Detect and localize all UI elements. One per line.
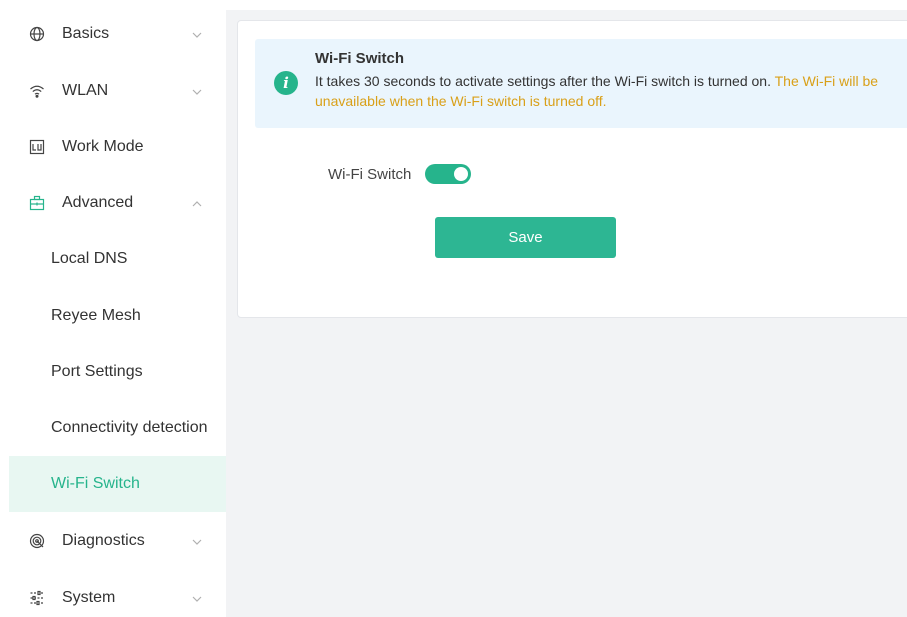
wifi-icon <box>28 82 46 100</box>
info-icon: i <box>274 71 298 95</box>
wifi-switch-toggle[interactable] <box>425 164 472 184</box>
sidebar-item-label: System <box>62 589 116 606</box>
toggle-knob <box>454 167 469 181</box>
notice-title: Wi-Fi Switch <box>315 50 405 67</box>
sidebar-item-basics[interactable]: Basics <box>9 6 226 62</box>
sidebar-item-label: Wi-Fi Switch <box>51 475 140 492</box>
chevron-down-icon <box>191 28 203 40</box>
sidebar-item-diagnostics[interactable]: Diagnostics <box>9 513 226 569</box>
sidebar-item-label: Reyee Mesh <box>51 307 141 324</box>
sidebar-item-work-mode[interactable]: Work Mode <box>9 119 226 175</box>
chevron-up-icon <box>191 197 203 209</box>
sidebar-item-label: Connectivity detection <box>51 419 208 436</box>
sidebar-item-advanced[interactable]: Advanced <box>9 175 226 231</box>
save-button[interactable]: Save <box>435 217 616 258</box>
info-notice: i Wi-Fi Switch It takes 30 seconds to ac… <box>255 39 907 128</box>
chevron-down-icon <box>191 535 203 547</box>
chevron-down-icon <box>191 85 203 97</box>
globe-icon <box>28 25 46 43</box>
sidebar-item-local-dns[interactable]: Local DNS <box>9 231 226 287</box>
main-content: i Wi-Fi Switch It takes 30 seconds to ac… <box>226 10 907 617</box>
work-mode-icon <box>28 138 46 156</box>
sidebar-item-label: Diagnostics <box>62 532 145 549</box>
wifi-switch-label: Wi-Fi Switch <box>328 165 412 183</box>
sidebar: Basics WLAN Work Mode Advanced Local DNS… <box>0 0 226 617</box>
sidebar-item-port-settings[interactable]: Port Settings <box>9 344 226 400</box>
sidebar-item-label: Local DNS <box>51 250 128 267</box>
diagnostics-icon <box>28 532 46 550</box>
sidebar-item-reyee-mesh[interactable]: Reyee Mesh <box>9 288 226 344</box>
chevron-down-icon <box>191 592 203 604</box>
sidebar-item-label: Work Mode <box>62 138 144 155</box>
sidebar-item-label: WLAN <box>62 82 109 99</box>
sidebar-item-label: Port Settings <box>51 363 143 380</box>
sidebar-item-label: Basics <box>62 25 110 42</box>
sidebar-item-label: Advanced <box>62 194 134 211</box>
notice-text: It takes 30 seconds to activate settings… <box>315 71 907 111</box>
sliders-icon <box>28 589 46 607</box>
toolbox-icon <box>28 194 46 212</box>
sidebar-item-connectivity-detection[interactable]: Connectivity detection <box>9 400 226 456</box>
sidebar-item-system[interactable]: System <box>9 570 226 617</box>
wifi-switch-row: Wi-Fi Switch <box>328 162 472 186</box>
sidebar-item-wifi-switch[interactable]: Wi-Fi Switch <box>9 456 226 512</box>
notice-message: It takes 30 seconds to activate settings… <box>315 73 771 89</box>
sidebar-item-wlan[interactable]: WLAN <box>9 63 226 119</box>
settings-card: i Wi-Fi Switch It takes 30 seconds to ac… <box>237 20 907 318</box>
